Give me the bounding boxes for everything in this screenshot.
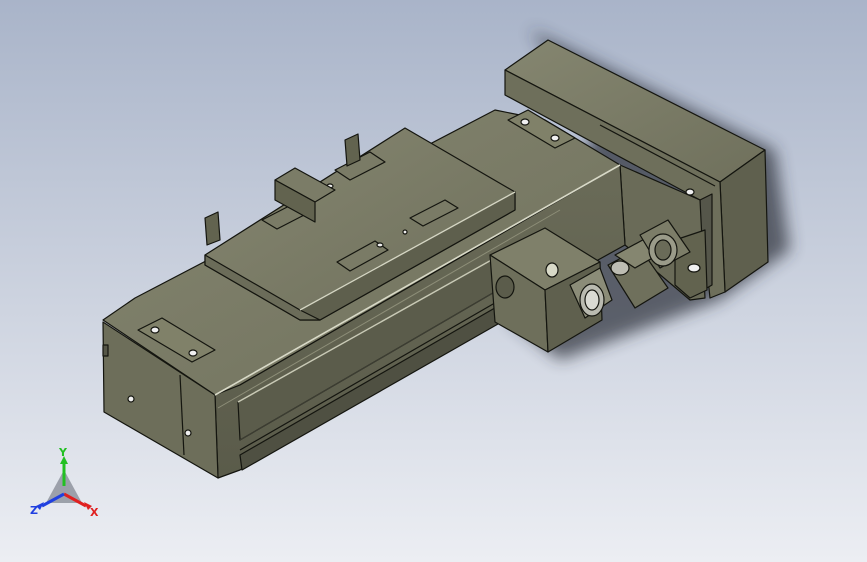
view-triad[interactable]: Y X Z [24,448,104,528]
end-hole-2 [184,429,192,437]
y-axis-label: Y [58,448,68,459]
end-hole-1 [127,395,135,403]
x-axis-label: X [90,506,99,519]
z-axis-label: Z [30,504,38,517]
adapter-bore [495,275,515,299]
cad-viewport[interactable]: Y X Z [0,0,867,562]
linear-actuator-model[interactable] [0,0,867,562]
